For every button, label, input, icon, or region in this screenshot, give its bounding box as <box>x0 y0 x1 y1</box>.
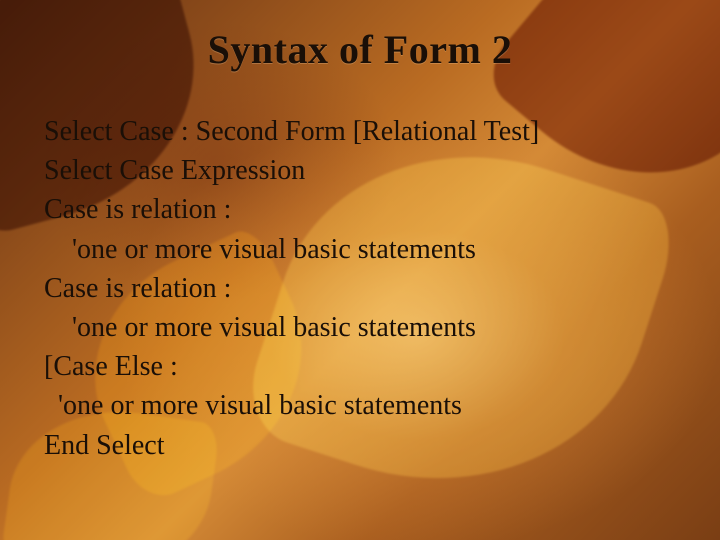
body-line: Select Case : Second Form [Relational Te… <box>44 112 690 151</box>
body-line: 'one or more visual basic statements <box>44 386 690 425</box>
body-line: 'one or more visual basic statements <box>44 308 690 347</box>
body-line: [Case Else : <box>44 347 690 386</box>
body-line: 'one or more visual basic statements <box>44 230 690 269</box>
slide: Syntax of Form 2 Select Case : Second Fo… <box>0 0 720 540</box>
body-line: End Select <box>44 426 690 465</box>
body-line: Case is relation : <box>44 190 690 229</box>
slide-title: Syntax of Form 2 <box>0 26 720 73</box>
body-line: Case is relation : <box>44 269 690 308</box>
slide-body: Select Case : Second Form [Relational Te… <box>44 112 690 465</box>
body-line: Select Case Expression <box>44 151 690 190</box>
